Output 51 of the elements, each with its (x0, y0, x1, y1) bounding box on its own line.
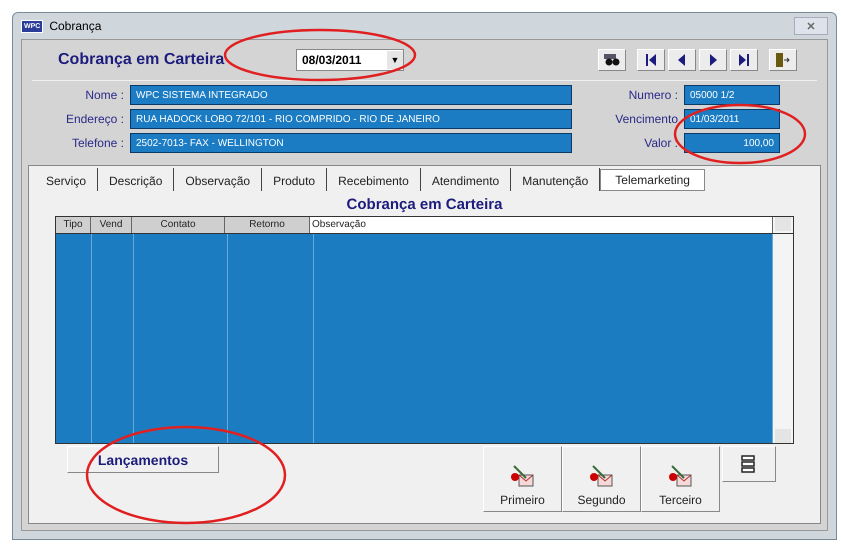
text-field[interactable]: 2502-7013- FAX - WELLINGTON (130, 133, 572, 153)
quill-envelope-icon (588, 463, 616, 489)
text-field[interactable]: WPC SISTEMA INTEGRADO (130, 85, 572, 105)
action-button[interactable]: Segundo (562, 446, 641, 512)
text-field[interactable]: RUA HADOCK LOBO 72/101 - RIO COMPRIDO - RIO DE JANEIRO (130, 109, 572, 129)
field-label: Nome : (84, 88, 124, 102)
binoculars-icon (604, 54, 620, 66)
column-header[interactable]: Retorno (225, 217, 310, 233)
tab[interactable]: Telemarketing (600, 169, 705, 191)
previous-icon (677, 54, 687, 66)
tab[interactable]: Recebimento (327, 168, 421, 191)
close-icon (807, 22, 815, 30)
form-title: Cobrança em Carteira (58, 51, 226, 69)
action-button[interactable]: Primeiro (483, 446, 562, 512)
text-field[interactable]: 01/03/2011 (684, 109, 780, 129)
next-icon (708, 54, 718, 66)
column-header[interactable]: Observação (310, 217, 773, 233)
database-icon (740, 453, 758, 475)
date-dropdown[interactable]: 08/03/2011 ▼ (296, 49, 404, 71)
text-field[interactable]: 100,00 (684, 133, 780, 153)
field-label: Vencimento (614, 112, 678, 126)
quill-envelope-icon (508, 463, 536, 489)
panel-title: Cobrança em Carteira (346, 195, 504, 215)
column-header[interactable]: Vend (91, 217, 132, 233)
previous-button[interactable] (668, 49, 696, 71)
first-icon (646, 54, 656, 66)
last-record-button[interactable] (730, 49, 758, 71)
quill-envelope-icon (666, 463, 694, 489)
exit-button[interactable] (769, 49, 797, 71)
close-button[interactable] (794, 17, 828, 35)
first-record-button[interactable] (637, 49, 665, 71)
field-label: Numero : (628, 88, 678, 102)
exit-door-icon (776, 53, 790, 67)
next-button[interactable] (699, 49, 727, 71)
text-field[interactable]: 05000 1/2 (684, 85, 780, 105)
tab[interactable]: Produto (262, 168, 328, 191)
database-button[interactable] (722, 446, 776, 482)
tab[interactable]: Observação (174, 168, 262, 191)
tab[interactable]: Atendimento (420, 168, 512, 191)
field-label: Endereço : (64, 112, 124, 126)
field-label: Telefone : (70, 136, 124, 150)
action-button[interactable]: Terceiro (641, 446, 720, 512)
binoculars-button[interactable] (598, 49, 626, 71)
tab[interactable]: Serviço (35, 168, 98, 191)
tab[interactable]: Descrição (98, 168, 174, 191)
lancamentos-button[interactable]: Lançamentos (67, 446, 219, 473)
scrollbar[interactable] (773, 234, 793, 443)
column-header[interactable]: Tipo (56, 217, 91, 233)
window-title: Cobrança (49, 19, 102, 33)
column-header[interactable]: Contato (132, 217, 225, 233)
last-icon (739, 54, 749, 66)
